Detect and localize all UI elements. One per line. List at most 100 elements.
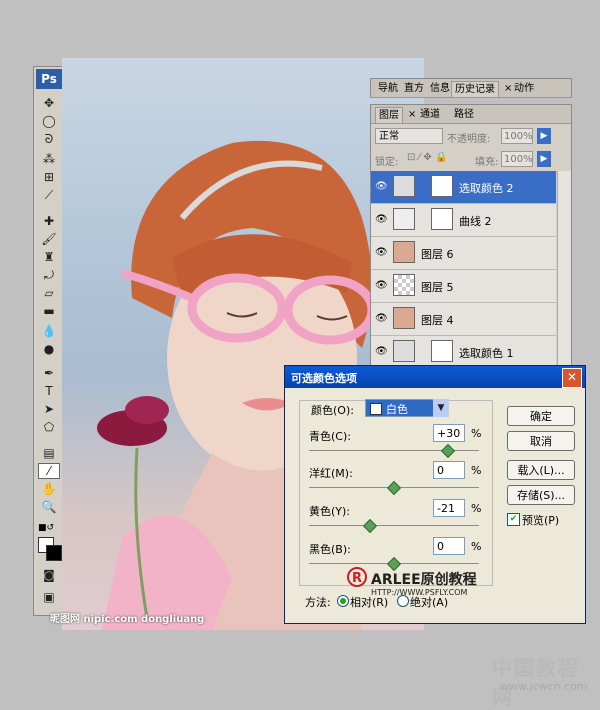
pen-tool-icon[interactable]: ✒ [38,365,60,381]
marquee-tool-icon[interactable]: ◯ [38,113,60,129]
layer-row[interactable]: 👁 曲线 2 [371,204,556,237]
method-absolute-label: 绝对(A) [410,596,449,609]
layer-name: 图层 6 [421,248,454,261]
method-relative-radio[interactable] [337,595,349,607]
history-brush-tool-icon[interactable]: ⤾ [38,267,60,283]
cyan-field[interactable]: +30 [433,424,465,442]
notes-tool-icon[interactable]: ▤ [38,445,60,461]
ok-button[interactable]: 确定 [507,406,575,426]
tab-navigator[interactable]: 导航 [375,81,401,96]
layers-panel-tabs: 图层 × 通道 路径 [371,105,571,124]
save-button[interactable]: 存储(S)... [507,485,575,505]
visibility-eye-icon[interactable]: 👁 [375,313,388,324]
layers-panel: 图层 × 通道 路径 正常 不透明度: 100% ▶ 锁定: ⊡ ⁄ ✥ 🔒 填… [370,104,572,380]
fill-field[interactable]: 100% [501,151,533,167]
layers-list: 👁 选取颜色 2 👁 曲线 2 👁 图层 6 👁 图层 5 👁 图层 4 👁 选… [371,171,571,379]
fill-arrow-icon[interactable]: ▶ [537,151,551,167]
cancel-button[interactable]: 取消 [507,431,575,451]
adjustment-layer-icon [393,175,415,197]
visibility-eye-icon[interactable]: 👁 [375,346,388,357]
lock-label: 锁定: [375,157,399,168]
magic-wand-tool-icon[interactable]: ⁂ [38,151,60,167]
method-relative-label: 相对(R) [350,596,389,609]
shape-tool-icon[interactable]: ⬠ [38,419,60,435]
lock-icons[interactable]: ⊡ ⁄ ✥ 🔒 [407,152,447,163]
layer-mask-thumb[interactable] [431,340,453,362]
dialog-title: 可选颜色选项 [291,372,357,385]
layer-image-thumb [393,307,415,329]
color-label: 颜色(O): [311,404,354,417]
tools-panel: Ps ✥ ◯ ᘐ ⁂ ⊞ ⟋ ✚ 🖌 ♜ ⤾ ▱ ▬ 💧 ● ✒ T ➤ ⬠ ▤… [33,66,65,616]
magenta-field[interactable]: 0 [433,461,465,479]
white-swatch-icon [370,403,382,415]
type-tool-icon[interactable]: T [38,383,60,399]
layer-name: 选取颜色 1 [459,347,514,360]
dodge-tool-icon[interactable]: ● [38,341,60,357]
tab-channels[interactable]: 通道 [417,107,443,122]
quick-mask-icon[interactable]: ◙ [38,567,60,583]
tab-info[interactable]: 信息 [427,81,453,96]
percent-label: % [471,427,482,440]
layer-row[interactable]: 👁 图层 5 [371,270,556,303]
layer-name: 选取颜色 2 [459,182,514,195]
adjustment-layer-icon [393,340,415,362]
background-color-swatch[interactable] [46,545,62,561]
hand-tool-icon[interactable]: ✋ [38,481,60,497]
tab-histogram[interactable]: 直方 [401,81,427,96]
method-label: 方法: [305,596,331,609]
selective-color-dialog: 可选颜色选项 ✕ 颜色(O): 白色 ▼ 青色(C): +30 % 洋红(M):… [284,365,586,624]
eyedropper-tool-icon[interactable]: ⁄ [38,463,60,479]
tab-layers[interactable]: 图层 [375,107,403,123]
slice-tool-icon[interactable]: ⟋ [38,187,60,203]
cyan-label: 青色(C): [309,430,351,443]
healing-brush-tool-icon[interactable]: ✚ [38,213,60,229]
brush-tool-icon[interactable]: 🖌 [38,231,60,247]
visibility-eye-icon[interactable]: 👁 [375,181,388,192]
visibility-eye-icon[interactable]: 👁 [375,280,388,291]
lasso-tool-icon[interactable]: ᘐ [38,131,60,147]
clone-stamp-tool-icon[interactable]: ♜ [38,249,60,265]
chevron-down-icon[interactable]: ▼ [433,399,449,417]
cn-url-watermark: www.jcwcn.com [500,680,588,693]
eraser-tool-icon[interactable]: ▱ [38,285,60,301]
layer-row[interactable]: 👁 图层 6 [371,237,556,270]
tab-actions[interactable]: 动作 [511,81,537,96]
gradient-tool-icon[interactable]: ▬ [38,303,60,319]
fill-label: 填充: [475,157,499,168]
layer-row[interactable]: 👁 选取颜色 2 [371,171,556,204]
close-icon[interactable]: ✕ [562,368,582,388]
dialog-titlebar[interactable]: 可选颜色选项 ✕ [285,366,585,388]
method-absolute-radio[interactable] [397,595,409,607]
swap-colors-icon[interactable]: ■↺ [38,523,54,533]
load-button[interactable]: 载入(L)... [507,460,575,480]
yellow-slider-track[interactable] [309,525,479,526]
layer-row[interactable]: 👁 图层 4 [371,303,556,336]
layer-mask-thumb[interactable] [431,208,453,230]
opacity-field[interactable]: 100% [501,128,533,144]
screen-mode-icon[interactable]: ▣ [38,589,60,605]
zoom-tool-icon[interactable]: 🔍 [38,499,60,515]
layer-name: 图层 4 [421,314,454,327]
tab-history[interactable]: 历史记录 [451,81,499,97]
blur-tool-icon[interactable]: 💧 [38,323,60,339]
black-field[interactable]: 0 [433,537,465,555]
arlee-logo-icon: R [347,567,367,587]
opacity-arrow-icon[interactable]: ▶ [537,128,551,144]
yellow-field[interactable]: -21 [433,499,465,517]
preview-checkbox[interactable]: ✔ [507,513,520,526]
color-select-value: 白色 [386,403,408,416]
move-tool-icon[interactable]: ✥ [38,95,60,111]
path-select-tool-icon[interactable]: ➤ [38,401,60,417]
crop-tool-icon[interactable]: ⊞ [38,169,60,185]
layers-scrollbar[interactable] [557,171,571,379]
magenta-label: 洋红(M): [309,467,353,480]
blend-mode-select[interactable]: 正常 [375,128,443,144]
color-select[interactable]: 白色 ▼ [365,399,449,417]
photoshop-logo[interactable]: Ps [36,69,62,89]
preview-label: 预览(P) [522,514,560,527]
visibility-eye-icon[interactable]: 👁 [375,247,388,258]
tab-paths[interactable]: 路径 [451,107,477,122]
visibility-eye-icon[interactable]: 👁 [375,214,388,225]
layer-mask-thumb[interactable] [431,175,453,197]
percent-label: % [471,464,482,477]
